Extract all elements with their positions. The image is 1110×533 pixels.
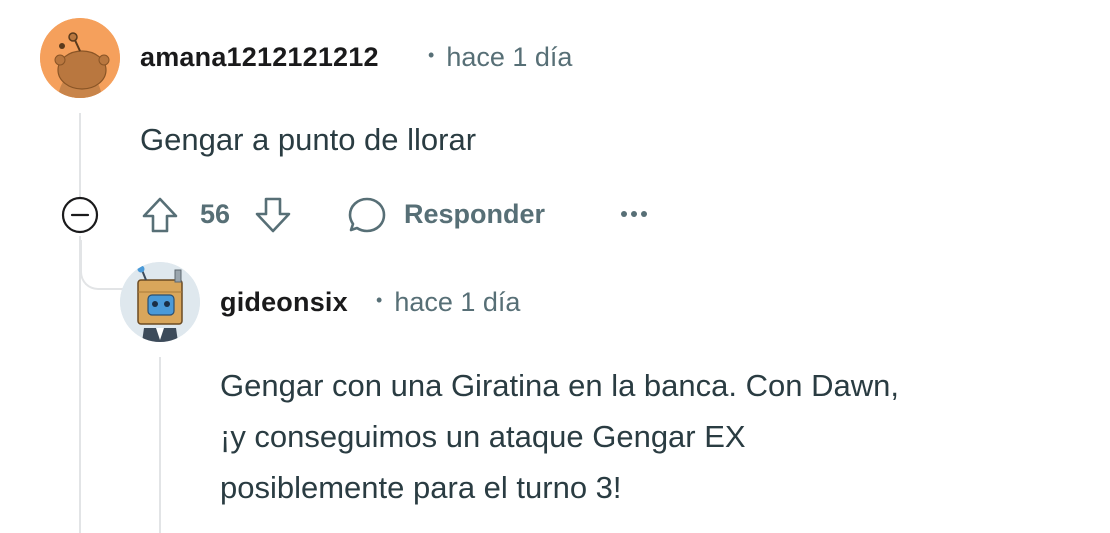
thread-line-main-lower (79, 236, 81, 533)
snoo-avatar-icon (40, 18, 120, 98)
comment-username[interactable]: gideonsix (220, 287, 348, 318)
comment-body: Gengar con una Giratina en la banca. Con… (220, 360, 899, 513)
more-options-button[interactable] (614, 198, 654, 232)
comment-timestamp: • hace 1 día (376, 287, 520, 318)
upvote-icon (142, 197, 178, 233)
comment-username[interactable]: amana1212121212 (140, 42, 379, 73)
comment-body-line: posiblemente para el turno 3! (220, 470, 622, 505)
reply-button[interactable]: Responder (346, 192, 556, 238)
collapse-icon (61, 196, 99, 234)
timestamp-text: hace 1 día (394, 287, 521, 317)
separator-dot: • (428, 45, 435, 66)
collapse-button[interactable] (60, 195, 100, 235)
comment-body-line: Gengar con una Giratina en la banca. Con… (220, 368, 899, 403)
comment-timestamp: • hace 1 día (428, 42, 572, 73)
robot-avatar-icon (120, 262, 200, 342)
downvote-button[interactable] (252, 194, 294, 236)
thread-line-main (79, 113, 81, 198)
thread-line-reply (159, 357, 161, 533)
comment-bubble-icon (348, 197, 386, 233)
comment-body-line: ¡y conseguimos un ataque Gengar EX (220, 419, 746, 454)
separator-dot: • (376, 290, 383, 311)
upvote-button[interactable] (139, 194, 181, 236)
avatar[interactable] (120, 262, 200, 342)
avatar[interactable] (40, 18, 120, 98)
downvote-icon (255, 197, 291, 233)
more-options-icon (621, 211, 647, 217)
timestamp-text: hace 1 día (446, 42, 573, 72)
comment-body: Gengar a punto de llorar (140, 122, 477, 157)
vote-count: 56 (200, 199, 231, 229)
thread-connector (80, 240, 125, 290)
reply-label: Responder (404, 199, 546, 229)
